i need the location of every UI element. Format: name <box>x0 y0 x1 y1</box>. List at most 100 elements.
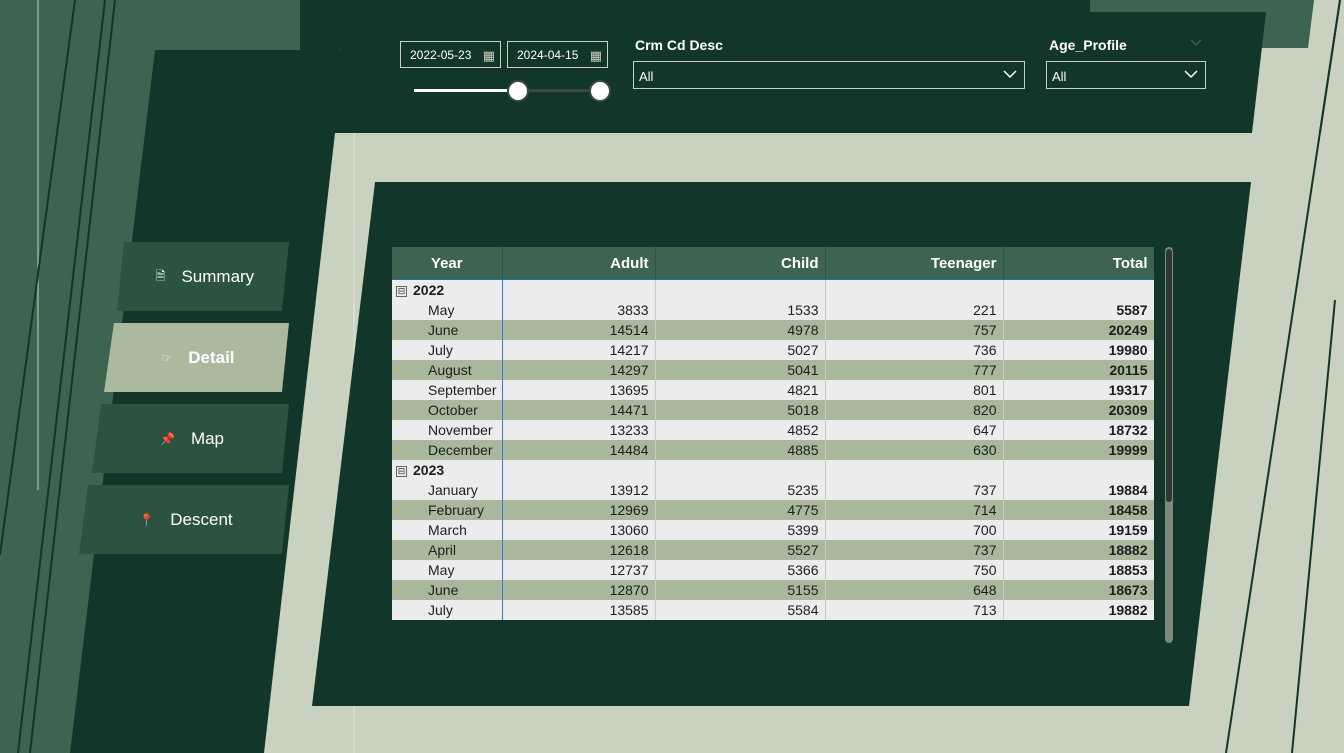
adult-cell: 14217 <box>502 340 656 360</box>
child-cell: 1533 <box>655 300 826 320</box>
calendar-icon[interactable]: ▦ <box>590 42 602 69</box>
teen-cell: 648 <box>825 580 1004 600</box>
collapse-icon[interactable]: ⊟ <box>396 285 407 297</box>
table-scrollbar-thumb[interactable] <box>1166 249 1172 502</box>
total-cell: 19884 <box>1003 480 1154 500</box>
col-header-teenager[interactable]: Teenager <box>825 247 1004 280</box>
total-cell: 19882 <box>1003 600 1154 620</box>
year-label: 2022 <box>413 282 445 298</box>
end-date-value: 2024-04-15 <box>517 48 579 62</box>
start-date-input[interactable]: 2022-05-23 ▦ <box>400 41 501 68</box>
pin-icon: 📍 <box>139 513 155 527</box>
nav-summary-label: Summary <box>181 267 255 286</box>
teen-cell: 750 <box>825 560 1004 580</box>
chevron-down-icon <box>1184 70 1198 79</box>
month-cell: March <box>392 520 503 540</box>
table-row: April 12618 5527 737 18882 <box>392 540 1154 560</box>
total-cell: 18732 <box>1003 420 1154 440</box>
total-cell: 18673 <box>1003 580 1154 600</box>
crime-filter-title: Crm Cd Desc <box>635 37 723 53</box>
empty-cell <box>502 279 656 300</box>
nav-descent-button[interactable]: 📍 Descent <box>88 485 284 555</box>
table-row: March 13060 5399 700 19159 <box>392 520 1154 540</box>
child-cell: 5584 <box>655 600 826 620</box>
total-cell: 18882 <box>1003 540 1154 560</box>
table-row: June 12870 5155 648 18673 <box>392 580 1154 600</box>
month-cell: May <box>392 300 503 320</box>
nav-map-button[interactable]: 📌 Map <box>100 404 284 474</box>
month-cell: January <box>392 480 503 500</box>
total-cell: 18853 <box>1003 560 1154 580</box>
col-header-child[interactable]: Child <box>655 247 826 280</box>
adult-cell: 3833 <box>502 300 656 320</box>
empty-cell <box>1003 279 1154 300</box>
child-cell: 5041 <box>655 360 826 380</box>
collapse-icon[interactable]: ⊟ <box>396 465 407 477</box>
col-header-total[interactable]: Total <box>1003 247 1154 280</box>
adult-cell: 12618 <box>502 540 656 560</box>
month-cell: October <box>392 400 503 420</box>
teen-cell: 737 <box>825 480 1004 500</box>
total-cell: 18458 <box>1003 500 1154 520</box>
nav-descent-label: Descent <box>170 510 233 529</box>
total-cell: 20249 <box>1003 320 1154 340</box>
adult-cell: 13912 <box>502 480 656 500</box>
child-cell: 5018 <box>655 400 826 420</box>
child-cell: 4821 <box>655 380 826 400</box>
chevron-down-icon <box>1003 70 1017 79</box>
total-cell: 19980 <box>1003 340 1154 360</box>
month-cell: November <box>392 420 503 440</box>
nav-summary-button[interactable]: 🗎 Summary <box>125 242 285 312</box>
adult-cell: 14514 <box>502 320 656 340</box>
table-row: May 3833 1533 221 5587 <box>392 300 1154 320</box>
teen-cell: 647 <box>825 420 1004 440</box>
crime-filter-dropdown[interactable]: All <box>633 61 1025 89</box>
teen-cell: 801 <box>825 380 1004 400</box>
adult-cell: 13695 <box>502 380 656 400</box>
table-row: October 14471 5018 820 20309 <box>392 400 1154 420</box>
adult-cell: 12870 <box>502 580 656 600</box>
collapse-chevron-icon[interactable] <box>1189 38 1203 48</box>
date-slider-start-handle[interactable] <box>507 80 529 102</box>
table-row: August 14297 5041 777 20115 <box>392 360 1154 380</box>
table-row: June 14514 4978 757 20249 <box>392 320 1154 340</box>
nav-detail-button[interactable]: ☞ Detail <box>112 323 284 393</box>
adult-cell: 14471 <box>502 400 656 420</box>
total-cell: 19159 <box>1003 520 1154 540</box>
year-group-row: ⊟ 2023 <box>392 460 1154 480</box>
adult-cell: 14297 <box>502 360 656 380</box>
pushpin-icon: 📌 <box>159 432 175 446</box>
matrix-table[interactable]: Year Adult Child Teenager Total ⊟ 2022 May… <box>392 247 1154 643</box>
table-row: May 12737 5366 750 18853 <box>392 560 1154 580</box>
month-cell: July <box>392 600 503 620</box>
start-date-value: 2022-05-23 <box>410 48 472 62</box>
teen-cell: 713 <box>825 600 1004 620</box>
year-group-cell: ⊟ 2022 <box>392 279 503 300</box>
date-slider-end-handle[interactable] <box>589 80 611 102</box>
empty-cell <box>655 460 826 480</box>
end-date-input[interactable]: 2024-04-15 ▦ <box>507 41 608 68</box>
year-group-row: ⊟ 2022 <box>392 279 1154 300</box>
calendar-icon[interactable]: ▦ <box>483 42 495 69</box>
col-header-year[interactable]: Year <box>392 247 503 280</box>
col-header-adult[interactable]: Adult <box>502 247 656 280</box>
adult-cell: 13585 <box>502 600 656 620</box>
teen-cell: 820 <box>825 400 1004 420</box>
document-icon: 🗎 <box>155 268 166 283</box>
child-cell: 5399 <box>655 520 826 540</box>
total-cell: 5587 <box>1003 300 1154 320</box>
age-filter-dropdown[interactable]: All <box>1046 61 1206 89</box>
empty-cell <box>655 279 826 300</box>
nav-map-label: Map <box>190 429 225 448</box>
month-cell: February <box>392 500 503 520</box>
month-cell: June <box>392 580 503 600</box>
total-cell: 19999 <box>1003 440 1154 460</box>
month-cell: April <box>392 540 503 560</box>
crime-filter-value: All <box>639 69 654 84</box>
nav-detail-label: Detail <box>188 348 235 367</box>
table-row: December 14484 4885 630 19999 <box>392 440 1154 460</box>
table-row: July 14217 5027 736 19980 <box>392 340 1154 360</box>
total-cell: 20115 <box>1003 360 1154 380</box>
teen-cell: 736 <box>825 340 1004 360</box>
child-cell: 4885 <box>655 440 826 460</box>
